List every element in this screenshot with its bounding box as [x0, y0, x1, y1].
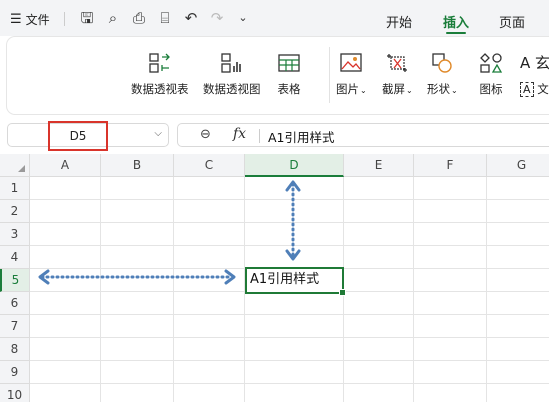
- pivot-chart-button[interactable]: 数据透视图: [203, 52, 261, 97]
- textbox-button[interactable]: A 玄 A 文: [520, 52, 549, 97]
- shapes-label: 形状: [427, 82, 450, 96]
- screenshot-button[interactable]: 截屏⌄: [382, 52, 413, 97]
- tab-page[interactable]: 页面: [499, 12, 525, 31]
- formula-content[interactable]: A1引用样式: [268, 127, 335, 146]
- tab-start[interactable]: 开始: [386, 12, 412, 31]
- picture-button[interactable]: 图片⌄: [336, 52, 367, 97]
- textbox-icon: A 玄: [520, 54, 549, 72]
- formula-divider: [259, 129, 260, 143]
- print-icon[interactable]: ⎙: [126, 9, 152, 27]
- screenshot-icon: [387, 54, 408, 72]
- textbox-partial-label: 玄: [535, 54, 549, 72]
- reference-arrows: [38, 180, 301, 285]
- screenshot-label: 截屏: [382, 82, 405, 96]
- name-box[interactable]: D5 ⌵: [7, 121, 169, 151]
- icons-label: 图标: [479, 82, 503, 96]
- textbox-label: 文: [537, 82, 549, 96]
- table-label: 表格: [277, 82, 301, 96]
- table-icon: [278, 54, 300, 72]
- chevron-down-icon: ⌄: [360, 86, 367, 95]
- chevron-down-icon: ⌄: [451, 86, 458, 95]
- pivot-table-label: 数据透视表: [131, 82, 189, 96]
- function-icon[interactable]: fx: [233, 126, 246, 142]
- pivot-table-icon: [149, 53, 170, 73]
- icons-icon: [480, 53, 503, 73]
- hamburger-icon: ☰: [10, 12, 22, 27]
- textbox-frame-icon: A: [520, 82, 534, 97]
- picture-icon: [340, 53, 362, 72]
- chevron-down-icon: ⌄: [406, 86, 413, 95]
- ribbon-divider: [329, 47, 330, 103]
- shapes-button[interactable]: 形状⌄: [427, 52, 458, 97]
- chevron-down-icon[interactable]: ⌄: [230, 9, 256, 27]
- tab-insert[interactable]: 插入: [443, 12, 469, 34]
- formula-bar[interactable]: ⊖ fx A1引用样式: [177, 123, 549, 147]
- pivot-chart-label: 数据透视图: [203, 82, 261, 96]
- pivot-chart-icon: [221, 53, 241, 73]
- quick-access-toolbar: 🖫 ⌕ ⎙ ⌸ ↶ ↷ ⌄: [74, 9, 256, 27]
- print-preview-icon[interactable]: ⌸: [152, 9, 178, 27]
- shapes-icon: [432, 53, 453, 73]
- formula-row: D5 ⌵ ⊖ fx A1引用样式: [0, 120, 549, 151]
- title-bar: ☰ 文件 🖫 ⌕ ⎙ ⌸ ↶ ↷ ⌄ 开始 插入 页面: [0, 0, 549, 36]
- chevron-down-icon[interactable]: ⌵: [154, 128, 162, 139]
- table-button[interactable]: 表格: [277, 52, 301, 97]
- name-box-value[interactable]: D5: [48, 121, 108, 151]
- undo-icon[interactable]: ↶: [178, 9, 204, 27]
- pivot-table-button[interactable]: 数据透视表: [131, 52, 189, 97]
- format-painter-icon[interactable]: ⌕: [100, 9, 126, 27]
- file-menu-button[interactable]: ☰ 文件: [10, 11, 50, 28]
- spreadsheet-grid[interactable]: A B C D E F G 1 2 3 4 5 6 7 8 9 10 A1引用样式: [0, 154, 549, 402]
- ribbon-panel: 数据透视表 数据透视图 表格 图片⌄ 截屏⌄ 形状⌄ 图标 A 玄 A 文: [7, 37, 549, 114]
- toolbar-divider: [64, 12, 65, 26]
- icons-button[interactable]: 图标: [479, 52, 503, 97]
- zoom-out-icon[interactable]: ⊖: [200, 127, 211, 142]
- file-menu-label: 文件: [25, 13, 50, 27]
- save-icon[interactable]: 🖫: [74, 9, 100, 27]
- redo-icon[interactable]: ↷: [204, 9, 230, 27]
- picture-label: 图片: [336, 82, 359, 96]
